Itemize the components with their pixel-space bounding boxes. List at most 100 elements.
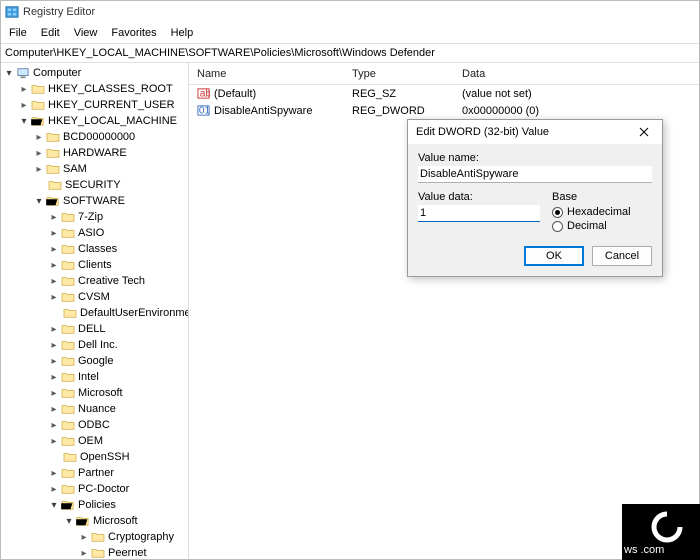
header-data[interactable]: Data [454, 68, 699, 80]
tree-node-intel[interactable]: ▸Intel [1, 369, 188, 385]
tree-node-oem[interactable]: ▸OEM [1, 433, 188, 449]
chevron-right-icon[interactable]: ▸ [33, 147, 45, 159]
tree-label: OpenSSH [78, 451, 132, 463]
menu-view[interactable]: View [68, 25, 104, 41]
chevron-right-icon[interactable]: ▸ [33, 163, 45, 175]
value-row[interactable]: 011DisableAntiSpywareREG_DWORD0x00000000… [189, 102, 699, 119]
chevron-right-icon[interactable]: ▸ [48, 243, 60, 255]
chevron-right-icon[interactable]: ▸ [48, 403, 60, 415]
tree-label: Clients [76, 259, 114, 271]
chevron-down-icon[interactable]: ▾ [18, 115, 30, 127]
cancel-button[interactable]: Cancel [592, 246, 652, 266]
value-data-label: Value data: [418, 191, 540, 203]
value-name-display: DisableAntiSpyware [418, 166, 652, 183]
tree-label: Classes [76, 243, 119, 255]
tree-node-openssh[interactable]: OpenSSH [1, 449, 188, 465]
tree-node-policies[interactable]: ▾ Policies [1, 497, 188, 513]
tree-node-microsoft[interactable]: ▾Microsoft [1, 513, 188, 529]
tree-node-nuance[interactable]: ▸ Nuance [1, 401, 188, 417]
chevron-right-icon[interactable]: ▸ [48, 483, 60, 495]
chevron-right-icon[interactable]: ▸ [48, 211, 60, 223]
chevron-right-icon[interactable]: ▸ [78, 531, 90, 543]
tree-node-pc-doctor[interactable]: ▸PC-Doctor [1, 481, 188, 497]
radio-hex[interactable]: Hexadecimal [552, 206, 652, 218]
chevron-right-icon[interactable]: ▸ [18, 83, 30, 95]
menu-favorites[interactable]: Favorites [105, 25, 162, 41]
chevron-right-icon[interactable]: ▸ [48, 467, 60, 479]
chevron-right-icon[interactable]: ▸ [48, 259, 60, 271]
tree-node-cryptography[interactable]: ▸Cryptography [1, 529, 188, 545]
chevron-right-icon[interactable]: ▸ [33, 131, 45, 143]
chevron-right-icon[interactable]: ▸ [48, 323, 60, 335]
tree-node-hkey-local-machine[interactable]: ▾HKEY_LOCAL_MACHINE [1, 113, 188, 129]
radio-dec-label: Decimal [567, 220, 607, 232]
tree-root[interactable]: ▾ Computer [1, 65, 188, 81]
value-data-input[interactable] [418, 205, 540, 222]
chevron-right-icon[interactable]: ▸ [48, 435, 60, 447]
chevron-down-icon[interactable]: ▾ [3, 67, 15, 79]
tree-label: HARDWARE [61, 147, 129, 159]
value-type: REG_SZ [344, 88, 454, 100]
tree-node-creative-tech[interactable]: ▸Creative Tech [1, 273, 188, 289]
tree-label: Policies [76, 499, 118, 511]
tree-node-microsoft[interactable]: ▸ Microsoft [1, 385, 188, 401]
chevron-right-icon[interactable]: ▸ [48, 275, 60, 287]
chevron-down-icon[interactable]: ▾ [48, 499, 60, 511]
tree-node-dell-inc-[interactable]: ▸ Dell Inc. [1, 337, 188, 353]
chevron-down-icon[interactable]: ▾ [33, 195, 45, 207]
tree-label: Computer [31, 67, 83, 79]
tree-node-google[interactable]: ▸Google [1, 353, 188, 369]
menu-file[interactable]: File [3, 25, 33, 41]
address-bar[interactable]: Computer\HKEY_LOCAL_MACHINE\SOFTWARE\Pol… [1, 43, 699, 63]
ok-button[interactable]: OK [524, 246, 584, 266]
chevron-right-icon[interactable]: ▸ [78, 547, 90, 559]
tree-node-software[interactable]: ▾SOFTWARE [1, 193, 188, 209]
tree-label: Dell Inc. [76, 339, 120, 351]
tree-node-hkey-classes-root[interactable]: ▸ HKEY_CLASSES_ROOT [1, 81, 188, 97]
close-icon[interactable] [630, 122, 658, 142]
registry-icon [5, 5, 19, 19]
tree-node-clients[interactable]: ▸ Clients [1, 257, 188, 273]
value-row[interactable]: ab(Default)REG_SZ(value not set) [189, 85, 699, 102]
chevron-right-icon[interactable]: ▸ [48, 339, 60, 351]
chevron-right-icon[interactable]: ▸ [48, 291, 60, 303]
tree-label: HKEY_CLASSES_ROOT [46, 83, 175, 95]
tree-node-odbc[interactable]: ▸ODBC [1, 417, 188, 433]
chevron-right-icon[interactable]: ▸ [48, 355, 60, 367]
chevron-right-icon[interactable]: ▸ [18, 99, 30, 111]
tree-label: Microsoft [76, 387, 125, 399]
chevron-right-icon[interactable]: ▸ [48, 227, 60, 239]
tree-node-sam[interactable]: ▸SAM [1, 161, 188, 177]
tree-node-classes[interactable]: ▸ Classes [1, 241, 188, 257]
tree-node-asio[interactable]: ▸ASIO [1, 225, 188, 241]
chevron-right-icon[interactable]: ▸ [48, 371, 60, 383]
tree-label: DefaultUserEnvironment [78, 307, 189, 319]
tree-label: Nuance [76, 403, 118, 415]
tree-node-hardware[interactable]: ▸ HARDWARE [1, 145, 188, 161]
value-data: (value not set) [454, 88, 699, 100]
tree-node-cvsm[interactable]: ▸ CVSM [1, 289, 188, 305]
tree-node-security[interactable]: SECURITY [1, 177, 188, 193]
chevron-right-icon[interactable]: ▸ [48, 419, 60, 431]
tree-pane[interactable]: ▾Computer▸HKEY_CLASSES_ROOT▸HKEY_CURRENT… [1, 63, 189, 559]
tree-node-hkey-current-user[interactable]: ▸HKEY_CURRENT_USER [1, 97, 188, 113]
header-name[interactable]: Name [189, 68, 344, 80]
dialog-titlebar[interactable]: Edit DWORD (32-bit) Value [408, 120, 662, 144]
radio-icon [552, 221, 563, 232]
chevron-right-icon[interactable]: ▸ [48, 387, 60, 399]
value-name: (Default) [214, 88, 256, 100]
chevron-down-icon[interactable]: ▾ [63, 515, 75, 527]
tree-node-dell[interactable]: ▸DELL [1, 321, 188, 337]
tree-node-7-zip[interactable]: ▸7-Zip [1, 209, 188, 225]
radio-dec[interactable]: Decimal [552, 220, 652, 232]
header-type[interactable]: Type [344, 68, 454, 80]
menu-edit[interactable]: Edit [35, 25, 66, 41]
menu-help[interactable]: Help [165, 25, 200, 41]
tree-node-peernet[interactable]: ▸Peernet [1, 545, 188, 559]
tree-node-defaultuserenvironment[interactable]: DefaultUserEnvironment [1, 305, 188, 321]
tree-label: CVSM [76, 291, 112, 303]
values-pane: Name Type Data ab(Default)REG_SZ(value n… [189, 63, 699, 559]
tree-node-bcd00000000[interactable]: ▸BCD00000000 [1, 129, 188, 145]
tree-node-partner[interactable]: ▸Partner [1, 465, 188, 481]
value-type: REG_DWORD [344, 105, 454, 117]
